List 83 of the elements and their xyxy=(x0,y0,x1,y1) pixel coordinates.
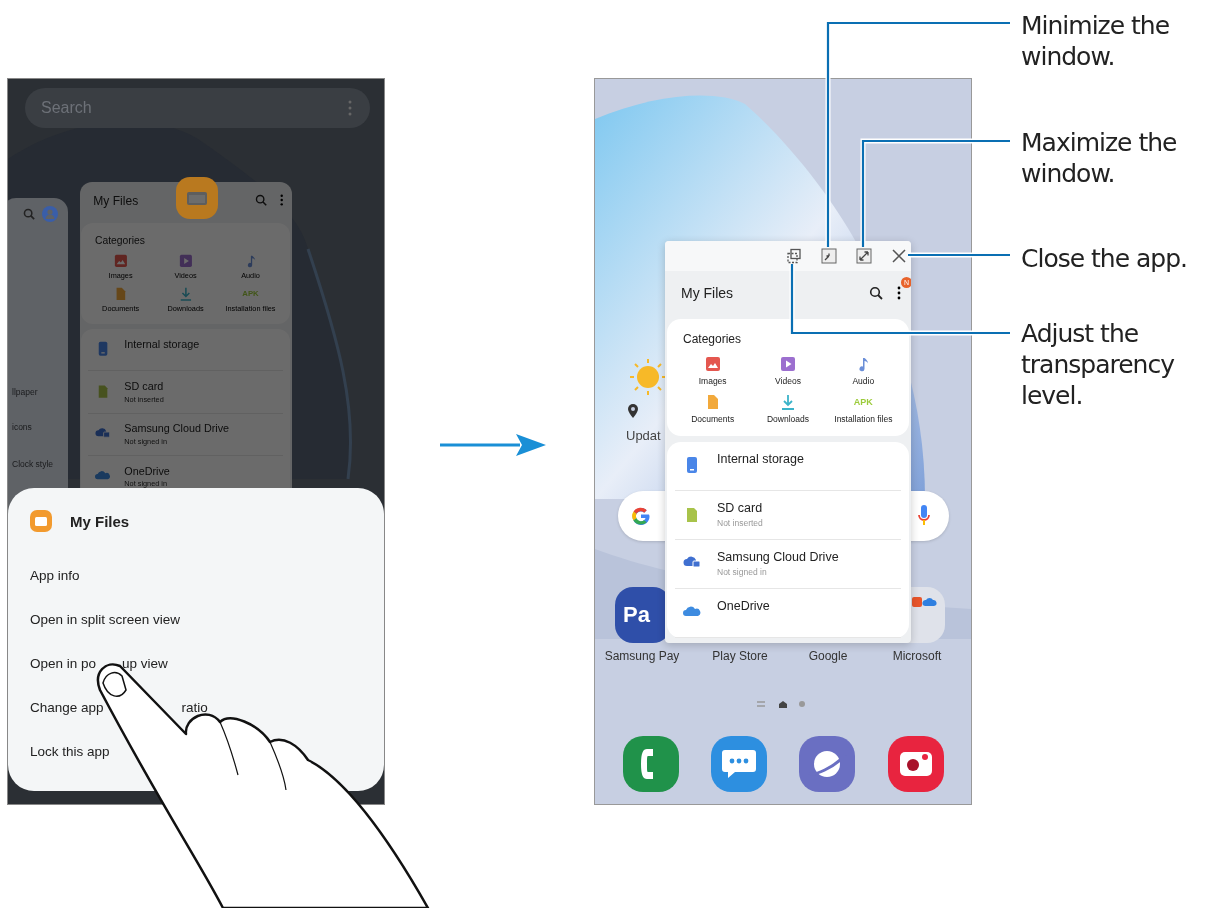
cloud-icon xyxy=(95,468,111,481)
app-label: Microsoft xyxy=(891,649,943,663)
app-title: My Files xyxy=(93,193,140,208)
folder-icon xyxy=(176,177,218,219)
storage-name: Internal storage xyxy=(124,337,200,350)
category-label: Documents xyxy=(691,414,735,424)
sun-icon xyxy=(628,357,668,397)
category-item[interactable]: Audio xyxy=(825,356,901,386)
storage-status: Not signed in xyxy=(717,567,768,577)
app-label: Play Store xyxy=(711,649,769,663)
category-item[interactable]: Downloads xyxy=(750,394,826,424)
setting-label: Clock style xyxy=(12,459,54,469)
download-icon xyxy=(780,394,796,410)
play-icon xyxy=(780,356,796,372)
storage-item[interactable]: Internal storage xyxy=(675,442,901,491)
app-label: Samsung Pay xyxy=(603,649,681,663)
maximize-icon[interactable] xyxy=(856,248,872,264)
menu-item-label[interactable]: Lock this app xyxy=(30,744,110,760)
storage-name: OneDrive xyxy=(124,464,170,477)
more-icon[interactable] xyxy=(897,286,901,300)
section-title: Categories xyxy=(682,332,742,346)
camera-app-icon[interactable] xyxy=(888,736,944,792)
category-item[interactable]: Images xyxy=(675,356,751,386)
folder-icon xyxy=(30,510,52,532)
callout-text: Maximize the window. xyxy=(1021,127,1178,189)
callout-text: Minimize the window. xyxy=(1021,10,1171,72)
app-title: My Files xyxy=(70,512,130,530)
weather-update-text: Updat xyxy=(626,428,661,443)
messages-app-icon[interactable] xyxy=(711,736,767,792)
app-label: Google xyxy=(807,649,849,663)
cloud-lock-icon xyxy=(683,554,701,568)
menu-item-label[interactable]: Change app xyxy=(30,700,104,716)
category-label: Downloads xyxy=(766,414,809,424)
category-label: Videos xyxy=(775,376,801,386)
category-label: Images xyxy=(698,376,727,386)
category-label: Audio xyxy=(852,376,875,386)
section-title: Categories xyxy=(94,234,145,246)
callout-text: Adjust the transparency level. xyxy=(1021,318,1175,411)
close-icon[interactable] xyxy=(891,248,907,264)
storage-name: Internal storage xyxy=(717,452,804,466)
storage-name: SD card xyxy=(124,379,164,392)
category-label: Installation files xyxy=(834,414,893,424)
storage-name: SD card xyxy=(717,501,763,515)
storage-item[interactable]: SD card Not inserted xyxy=(675,491,901,540)
planet-app-icon[interactable] xyxy=(799,736,855,792)
play-icon xyxy=(178,254,193,268)
apk-icon: APK xyxy=(242,287,259,302)
microphone-icon[interactable] xyxy=(918,504,930,528)
location-pin-icon xyxy=(628,404,638,418)
category-item[interactable]: APK Installation files xyxy=(825,394,901,424)
google-g-icon xyxy=(630,505,652,527)
sd-card-icon xyxy=(685,505,699,523)
category-item[interactable]: Videos xyxy=(750,356,826,386)
storage-status: Not inserted xyxy=(717,518,763,528)
menu-item-label[interactable]: ratio xyxy=(181,700,208,716)
minimize-icon[interactable] xyxy=(821,248,837,264)
apk-icon: APK xyxy=(853,394,873,410)
image-icon xyxy=(113,254,128,268)
sd-card-icon xyxy=(96,383,109,399)
setting-label: icons xyxy=(12,422,32,432)
search-icon[interactable] xyxy=(869,286,883,300)
image-icon xyxy=(704,356,721,372)
setting-label: llpaper xyxy=(12,387,38,397)
menu-item-label[interactable]: Open in split screen view xyxy=(30,612,181,628)
menu-item-label[interactable]: App info xyxy=(30,568,80,584)
storage-name: OneDrive xyxy=(717,599,770,613)
transparency-icon[interactable] xyxy=(786,248,802,264)
cloud-lock-icon xyxy=(95,425,111,438)
menu-item-label[interactable]: Open in po xyxy=(30,656,97,672)
storage-name: Samsung Cloud Drive xyxy=(124,422,230,435)
menu-item-label[interactable]: up view xyxy=(122,656,168,672)
download-icon xyxy=(178,287,193,302)
app-title: My Files xyxy=(681,285,735,301)
storage-item[interactable]: Samsung Cloud Drive Not signed in xyxy=(675,540,901,589)
storage-name: Samsung Cloud Drive xyxy=(717,550,839,564)
phone-icon xyxy=(96,341,109,357)
phone-icon xyxy=(685,456,699,474)
storage-item[interactable]: OneDrive xyxy=(675,589,901,638)
phone-app-icon[interactable] xyxy=(623,736,679,792)
callout-text: Close the app. xyxy=(1021,243,1189,274)
arrow-icon xyxy=(440,432,546,458)
storage-item[interactable]: Internal storage xyxy=(88,329,283,372)
category-item[interactable]: Documents xyxy=(675,394,751,424)
